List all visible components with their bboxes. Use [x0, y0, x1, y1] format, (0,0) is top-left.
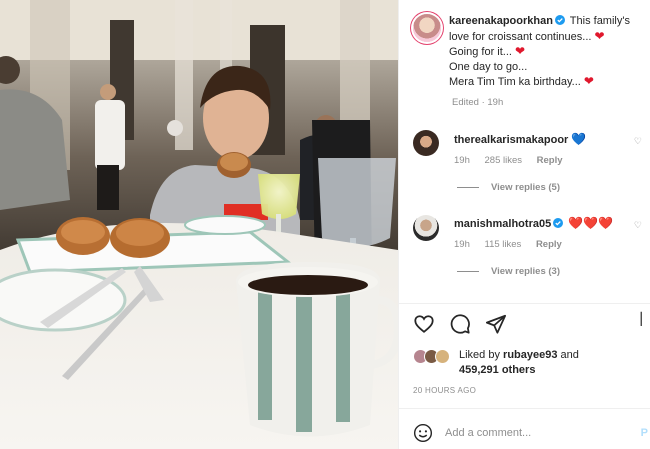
red-hearts-icon: ❤️❤️❤️ [568, 216, 614, 230]
caption-text-3: Going for it... [449, 46, 512, 58]
caption-text-5: Mera Tim Tim ka birthday... [449, 76, 581, 88]
liked-by-conj: and [560, 349, 579, 361]
paper-plane-icon[interactable] [485, 313, 507, 335]
comment-likes[interactable]: 115 likes [485, 239, 522, 250]
bookmark-edge-icon[interactable]: ▏ [641, 312, 650, 326]
heart-outline-icon[interactable] [413, 313, 435, 335]
caption-text-4: One day to go... [449, 60, 528, 73]
commenter-avatar[interactable] [413, 215, 439, 241]
post-actions [413, 313, 507, 335]
liked-by-user[interactable]: rubayee93 [503, 349, 557, 361]
liked-avatars [413, 349, 455, 367]
commenter-avatar[interactable] [413, 130, 439, 156]
red-heart-icon: ❤ [515, 44, 526, 58]
comment-bubble-icon[interactable] [449, 313, 471, 335]
liked-by-others[interactable]: 459,291 others [459, 364, 535, 376]
reply-button[interactable]: Reply [537, 155, 563, 166]
comment-likes[interactable]: 285 likes [485, 155, 523, 166]
like-comment-icon[interactable]: ♡ [634, 220, 642, 231]
comment-meta: 19h 285 likes Reply [454, 155, 642, 166]
add-comment-bar: P [413, 420, 650, 446]
verified-badge-icon [554, 15, 565, 25]
verified-badge-icon [553, 218, 564, 228]
caption-edited-time: Edited · 19h [452, 97, 504, 108]
comment-username[interactable]: therealkarismakapoor [454, 134, 568, 146]
liked-by-prefix: Liked by [459, 349, 500, 361]
liker-avatar [435, 349, 450, 364]
view-replies-label: View replies (5) [491, 182, 560, 193]
comment-item: manishmalhotra05 ❤️❤️❤️ 19h 115 likes Re… [454, 216, 642, 250]
red-heart-icon: ❤ [594, 28, 605, 43]
comment-time: 19h [454, 155, 470, 166]
post-caption: kareenakapoorkhan This family's love for… [449, 14, 642, 90]
view-replies-label: View replies (3) [491, 266, 560, 277]
post-comment-button[interactable]: P [641, 427, 648, 439]
reply-button[interactable]: Reply [536, 239, 562, 250]
like-comment-icon[interactable]: ♡ [634, 136, 642, 147]
view-replies-button[interactable]: View replies (3) [457, 266, 642, 277]
post-age: 20 HOURS AGO [413, 386, 477, 395]
divider [399, 408, 650, 409]
comment-username[interactable]: manishmalhotra05 [454, 218, 551, 230]
post-side-panel: kareenakapoorkhan This family's love for… [398, 0, 650, 449]
caption-text-1: This family's [569, 15, 630, 27]
comment-item: therealkarismakapoor 💙 19h 285 likes Rep… [454, 132, 642, 166]
comment-time: 19h [454, 239, 470, 250]
comment-meta: 19h 115 likes Reply [454, 239, 642, 250]
smiley-icon[interactable] [413, 423, 433, 443]
comment-input[interactable] [445, 427, 620, 439]
caption-text-2: love for croissant continues... [449, 30, 592, 43]
reply-dash [457, 271, 479, 272]
post-photo [0, 0, 398, 449]
author-avatar[interactable] [413, 14, 441, 42]
likes-summary: Liked by rubayee93 and 459,291 others [413, 348, 642, 378]
blue-heart-icon: 💙 [571, 132, 587, 146]
divider [399, 303, 650, 304]
reply-dash [457, 187, 479, 188]
author-username[interactable]: kareenakapoorkhan [449, 15, 553, 27]
view-replies-button[interactable]: View replies (5) [457, 182, 642, 193]
red-heart-icon: ❤ [583, 74, 594, 88]
